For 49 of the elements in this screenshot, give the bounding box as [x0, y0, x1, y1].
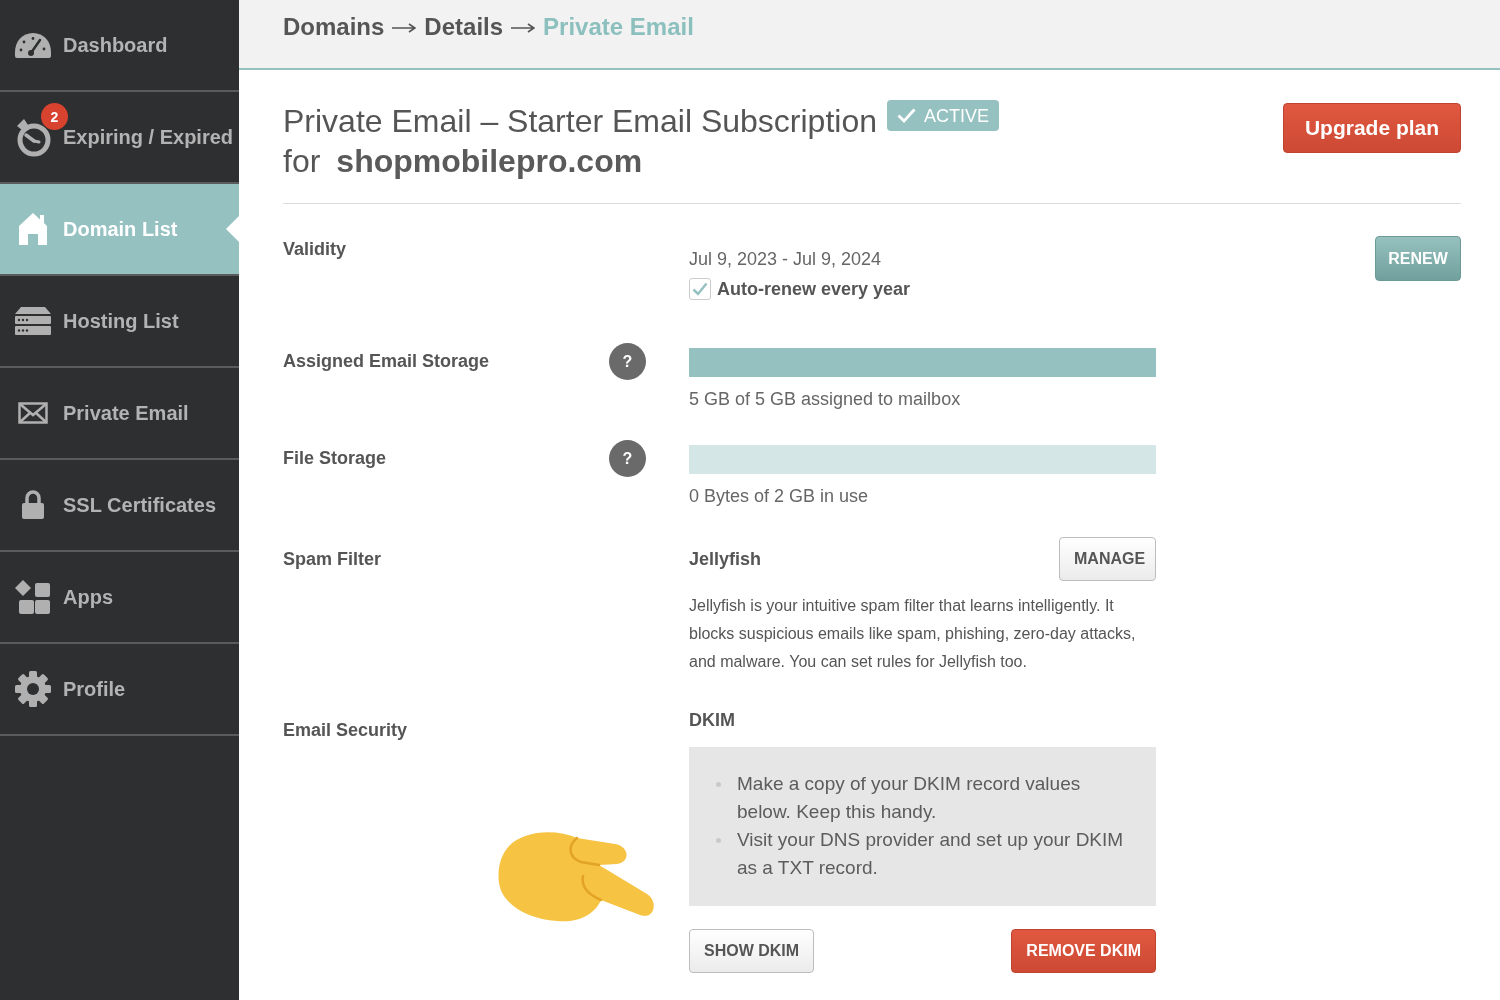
bullet-icon	[716, 782, 721, 787]
sidebar-item[interactable]: Profile	[0, 644, 239, 736]
field-label: Assigned Email Storage	[283, 350, 490, 373]
check-icon	[692, 282, 708, 296]
gear-icon	[14, 670, 52, 708]
status-label: ACTIVE	[924, 105, 989, 126]
breadcrumb-link[interactable]: Details	[424, 13, 504, 41]
checkbox[interactable]	[689, 278, 711, 300]
dkim-heading: DKIM	[689, 709, 735, 732]
breadcrumb-link[interactable]: Domains	[283, 13, 385, 41]
remove-dkim-button[interactable]: REMOVE DKIM	[1011, 929, 1156, 973]
sidebar-item[interactable]: Apps	[0, 552, 239, 644]
spam-filter-name: Jellyfish	[689, 548, 762, 571]
field-label: File Storage	[283, 447, 387, 470]
bullet-icon	[716, 838, 721, 843]
help-button[interactable]: ?	[609, 440, 646, 477]
count-badge: 2	[41, 103, 68, 130]
sidebar-item[interactable]: Hosting List	[0, 276, 239, 368]
field-label: Email Security	[283, 719, 408, 742]
field-label: Spam Filter	[283, 548, 382, 571]
dkim-step: Make a copy of your DKIM record values below. Keep this handy.	[737, 770, 1128, 826]
padlock-icon	[21, 490, 45, 520]
help-button[interactable]: ?	[609, 343, 646, 380]
stopwatch-icon	[15, 117, 51, 157]
manage-button[interactable]: MANAGE	[1059, 537, 1156, 581]
page-title: Private Email – Starter Email Subscription	[283, 102, 877, 141]
sidebar-item[interactable]: Dashboard	[0, 0, 239, 92]
envelope-icon	[18, 402, 48, 424]
spam-filter-description: Jellyfish is your intuitive spam filter that learns intelligently. It blocks suspicious emails like spam, phishing, zero-day attacks, and malware. You can set rules for Jellyfish too.	[689, 596, 1137, 672]
field-label: Validity	[283, 238, 347, 261]
server-icon	[14, 306, 52, 336]
arrow-icon	[511, 23, 536, 33]
sidebar-item[interactable]: Private Email	[0, 368, 239, 460]
arrow-icon	[392, 23, 417, 33]
sidebar-item[interactable]: SSL Certificates	[0, 460, 239, 552]
storage-reading: 5 GB of 5 GB assigned to mailbox	[689, 388, 961, 411]
dkim-step: Visit your DNS provider and set up your DKIM as a TXT record.	[737, 826, 1128, 882]
storage-reading: 0 Bytes of 2 GB in use	[689, 485, 869, 508]
auto-renew-label: Auto-renew every year	[717, 278, 911, 301]
house-icon	[18, 212, 48, 246]
validity-dates: Jul 9, 2023 - Jul 9, 2024	[689, 248, 882, 271]
tiles-icon	[14, 579, 52, 615]
check-icon	[897, 108, 916, 123]
domain-name: shopmobilepro.com	[336, 142, 643, 181]
show-dkim-button[interactable]: SHOW DKIM	[689, 929, 815, 973]
upgrade-plan-button[interactable]: Upgrade plan	[1283, 103, 1461, 153]
title-for-text: for	[283, 142, 321, 181]
notch-icon	[226, 216, 239, 242]
gauge-icon	[14, 31, 52, 59]
